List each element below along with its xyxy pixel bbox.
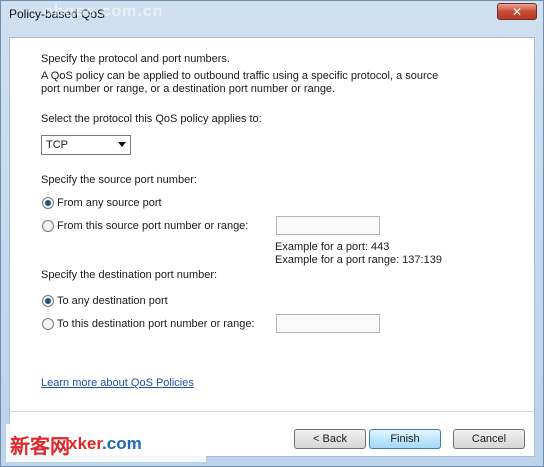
divider bbox=[10, 411, 534, 412]
example-port: Example for a port: 443 bbox=[275, 241, 390, 253]
source-any-label[interactable]: From any source port bbox=[57, 197, 162, 209]
finish-button[interactable]: Finish bbox=[369, 429, 441, 449]
source-any-radio[interactable] bbox=[42, 197, 54, 209]
watermark-chinese: 新客网 bbox=[10, 436, 70, 458]
description-line-1: A QoS policy can be applied to outbound … bbox=[41, 70, 439, 82]
example-range: Example for a port range: 137:139 bbox=[275, 254, 442, 266]
watermark-url-prefix: xker bbox=[68, 434, 103, 453]
back-button[interactable]: < Back bbox=[294, 429, 366, 449]
destination-label: Specify the destination port number: bbox=[41, 269, 218, 281]
watermark-overlay: 新客网 xker.com bbox=[6, 424, 206, 462]
close-icon: ✕ bbox=[511, 5, 523, 19]
cancel-button[interactable]: Cancel bbox=[453, 429, 525, 449]
dialog-window: Policy-based QoS ohqos.com.cn ✕ Specify … bbox=[0, 0, 544, 467]
close-button[interactable]: ✕ bbox=[497, 3, 537, 20]
protocol-value: TCP bbox=[46, 139, 68, 151]
dest-port-input[interactable] bbox=[276, 314, 380, 333]
watermark-top-text: ohqos.com.cn bbox=[43, 3, 164, 20]
protocol-dropdown[interactable]: TCP bbox=[41, 135, 131, 155]
watermark-url: xker.com bbox=[68, 434, 142, 454]
dest-any-label[interactable]: To any destination port bbox=[57, 295, 168, 307]
protocol-label: Select the protocol this QoS policy appl… bbox=[41, 113, 262, 125]
description-line-2: port number or range, or a destination p… bbox=[41, 83, 336, 95]
source-label: Specify the source port number: bbox=[41, 174, 197, 186]
learn-more-link[interactable]: Learn more about QoS Policies bbox=[41, 377, 194, 389]
chevron-down-icon bbox=[118, 142, 126, 147]
title-bar[interactable]: Policy-based QoS ohqos.com.cn ✕ bbox=[1, 1, 543, 27]
source-specific-label[interactable]: From this source port number or range: bbox=[57, 220, 248, 232]
heading: Specify the protocol and port numbers. bbox=[41, 53, 230, 65]
source-port-input[interactable] bbox=[276, 216, 380, 235]
watermark-url-suffix: .com bbox=[102, 434, 142, 453]
dest-specific-label[interactable]: To this destination port number or range… bbox=[57, 318, 255, 330]
content-panel: Specify the protocol and port numbers. A… bbox=[9, 37, 535, 457]
source-specific-radio[interactable] bbox=[42, 220, 54, 232]
dest-any-radio[interactable] bbox=[42, 295, 54, 307]
dest-specific-radio[interactable] bbox=[42, 318, 54, 330]
